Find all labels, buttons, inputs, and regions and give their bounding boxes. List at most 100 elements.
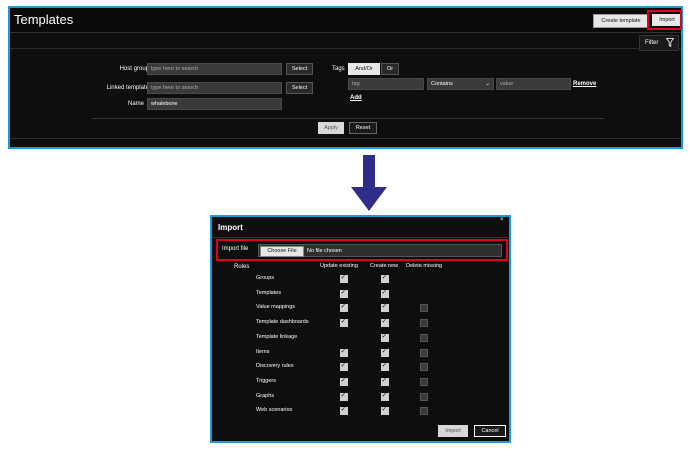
update-existing-checkbox[interactable]: ✓ (340, 288, 348, 298)
delete-missing-header: Delete missing (406, 263, 443, 269)
rule-row: Templates ✓ ✓ (256, 288, 506, 302)
name-input[interactable]: whalebone (147, 98, 282, 110)
checkmark-icon: ✓ (381, 362, 388, 370)
update-existing-header: Update existing (320, 263, 358, 269)
rule-row: Items ✓ ✓ (256, 347, 506, 361)
panel-bottom-divider (10, 138, 681, 139)
filter-icon (666, 38, 674, 47)
delete-missing-checkbox[interactable] (420, 392, 428, 401)
host-groups-input[interactable]: type here to search (147, 63, 282, 75)
tag-name-input[interactable]: tag (348, 78, 424, 90)
checkmark-icon: ✓ (340, 274, 347, 281)
close-icon[interactable]: × (500, 217, 504, 223)
delete-missing-checkbox[interactable] (420, 363, 428, 372)
delete-missing-checkbox[interactable] (420, 333, 428, 342)
update-existing-checkbox[interactable]: ✓ (340, 391, 348, 401)
host-groups-select-button[interactable]: Select (286, 63, 313, 75)
delete-missing-checkbox[interactable] (420, 348, 428, 357)
rule-row: Web scenarios ✓ ✓ (256, 405, 506, 419)
host-groups-label: Host groups (119, 66, 152, 72)
tags-andor-button[interactable]: And/Or (348, 63, 380, 75)
create-new-checkbox[interactable]: ✓ (381, 332, 389, 342)
reset-button[interactable]: Reset (349, 122, 377, 134)
delete-missing-checkbox[interactable] (420, 304, 428, 313)
checkmark-icon: ✓ (381, 347, 388, 355)
delete-missing-checkbox[interactable] (420, 377, 428, 386)
checkmark-icon: ✓ (381, 303, 388, 311)
delete-missing-checkbox[interactable] (420, 407, 428, 416)
checkmark-icon: ✓ (340, 288, 347, 296)
checkmark-icon: ✓ (340, 318, 347, 326)
tags-label: Tags (332, 66, 345, 72)
page-title: Templates (14, 12, 74, 27)
update-existing-checkbox[interactable]: ✓ (340, 274, 348, 283)
rule-row: Discovery rules ✓ ✓ (256, 361, 506, 375)
rule-name: Groups (256, 275, 275, 281)
rule-name: Value mappings (256, 304, 296, 311)
import-file-highlight (216, 239, 508, 261)
rule-row: Template dashboards ✓ ✓ (256, 317, 506, 331)
tag-value-input[interactable]: value (496, 78, 571, 90)
import-button-highlight (647, 10, 682, 30)
add-tag-link[interactable]: Add (350, 95, 362, 101)
apply-button[interactable]: Apply (318, 122, 344, 134)
create-new-checkbox[interactable]: ✓ (381, 288, 389, 298)
filter-tab[interactable]: Filter (639, 35, 679, 51)
templates-panel: Templates Create template Import Filter … (8, 6, 683, 149)
checkmark-icon: ✓ (381, 391, 388, 399)
filter-label: Filter (645, 40, 659, 46)
dialog-cancel-button[interactable]: Cancel (474, 425, 506, 437)
create-new-checkbox[interactable]: ✓ (381, 274, 389, 283)
rule-name: Items (256, 348, 270, 355)
create-new-checkbox[interactable]: ✓ (381, 318, 389, 328)
templates-header (10, 8, 681, 33)
rule-name: Triggers (256, 377, 276, 384)
update-existing-checkbox[interactable]: ✓ (340, 347, 348, 357)
checkmark-icon: ✓ (381, 332, 388, 340)
checkmark-icon: ✓ (381, 274, 388, 281)
rule-row: Value mappings ✓ ✓ (256, 302, 506, 316)
linked-templates-select-button[interactable]: Select (286, 82, 313, 94)
create-new-header: Create new (370, 263, 399, 269)
create-new-checkbox[interactable]: ✓ (381, 376, 389, 386)
linked-templates-input[interactable]: type here to search (147, 82, 282, 94)
rule-name: Template linkage (256, 333, 298, 340)
checkmark-icon: ✓ (340, 376, 347, 384)
delete-missing-checkbox[interactable] (420, 319, 428, 328)
create-new-checkbox[interactable]: ✓ (381, 391, 389, 401)
remove-tag-link[interactable]: Remove (573, 81, 596, 87)
checkmark-icon: ✓ (381, 288, 388, 296)
arrow-down-icon (351, 155, 387, 211)
dialog-title: Import (218, 223, 243, 232)
checkmark-icon: ✓ (340, 391, 347, 399)
checkmark-icon: ✓ (381, 318, 388, 326)
chevron-down-icon: ⌄ (485, 81, 490, 87)
rule-row: Template linkage ✓ (256, 332, 506, 346)
dialog-import-button[interactable]: Import (438, 425, 468, 437)
rule-row: Graphs ✓ ✓ (256, 391, 506, 405)
update-existing-checkbox[interactable]: ✓ (340, 362, 348, 372)
create-new-checkbox[interactable]: ✓ (381, 362, 389, 372)
checkmark-icon: ✓ (340, 362, 347, 370)
update-existing-checkbox[interactable]: ✓ (340, 376, 348, 386)
update-existing-checkbox[interactable]: ✓ (340, 303, 348, 313)
checkmark-icon: ✓ (340, 406, 347, 414)
create-new-checkbox[interactable]: ✓ (381, 303, 389, 313)
rule-name: Templates (256, 289, 282, 296)
update-existing-checkbox[interactable]: ✓ (340, 318, 348, 328)
tag-operator-select[interactable]: Contains ⌄ (427, 78, 494, 90)
checkmark-icon: ✓ (340, 347, 347, 355)
update-existing-checkbox[interactable]: ✓ (340, 406, 348, 416)
create-template-button[interactable]: Create template (593, 14, 649, 28)
checkmark-icon: ✓ (381, 376, 388, 384)
checkmark-icon: ✓ (340, 303, 347, 311)
rule-row: Triggers ✓ ✓ (256, 376, 506, 390)
rule-row: Groups ✓ ✓ (256, 273, 506, 287)
name-label: Name (127, 101, 144, 107)
tags-or-button[interactable]: Or (381, 63, 399, 75)
rule-name: Web scenarios (256, 407, 293, 414)
create-new-checkbox[interactable]: ✓ (381, 347, 389, 357)
checkmark-icon: ✓ (381, 406, 388, 414)
create-new-checkbox[interactable]: ✓ (381, 406, 389, 416)
rule-name: Template dashboards (256, 319, 309, 326)
